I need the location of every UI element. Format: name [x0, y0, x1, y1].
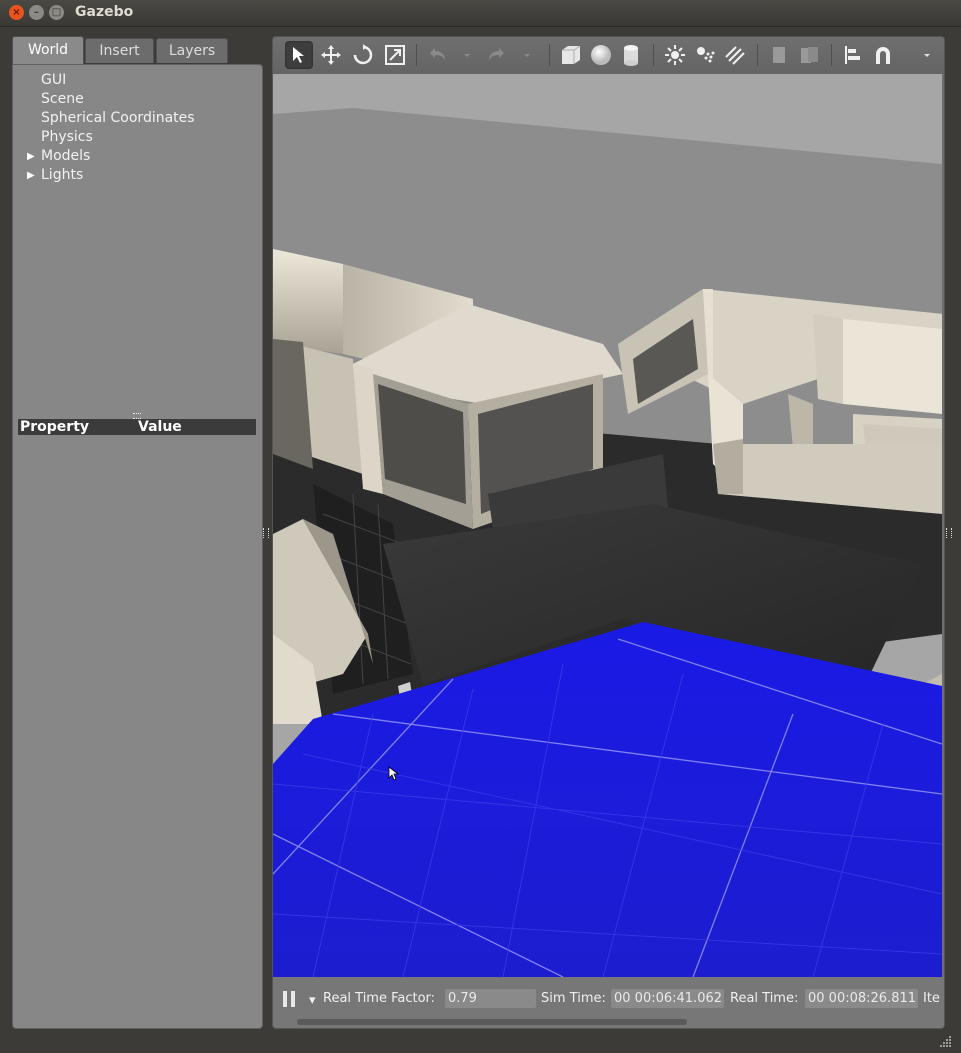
redo-history-dropdown-icon[interactable]	[513, 41, 541, 69]
redo-icon[interactable]	[483, 41, 511, 69]
left-panel: Insert Layers World GUI Scene Spherical …	[12, 36, 263, 1029]
left-panel-tabs: Insert Layers World	[12, 36, 261, 65]
spot-light-icon[interactable]	[691, 41, 719, 69]
tree-item-scene[interactable]: Scene	[13, 90, 253, 109]
sphere-shape-icon[interactable]	[587, 41, 615, 69]
tree-item-gui[interactable]: GUI	[13, 71, 253, 90]
real-time-factor-value: 0.79	[445, 989, 536, 1008]
tree-item-spherical-coordinates[interactable]: Spherical Coordinates	[13, 109, 253, 128]
sim-time-value: 00 00:06:41.062	[611, 989, 724, 1008]
status-bar: ▾ Real Time Factor: 0.79 Sim Time: 00 00…	[273, 977, 944, 1028]
tree-item-models[interactable]: ▶ Models	[13, 147, 253, 166]
toolbar-separator	[831, 44, 832, 66]
box-shape-icon[interactable]	[557, 41, 585, 69]
more-tools-icon[interactable]	[913, 41, 941, 69]
cylinder-shape-icon[interactable]	[617, 41, 645, 69]
step-dropdown-icon[interactable]: ▾	[309, 993, 316, 1008]
expand-arrow-icon[interactable]: ▶	[27, 147, 35, 166]
undo-icon[interactable]	[423, 41, 451, 69]
pause-button[interactable]	[283, 991, 297, 1007]
real-time-value: 00 00:08:26.811	[805, 989, 918, 1008]
sim-time-label: Sim Time:	[541, 991, 606, 1006]
undo-history-dropdown-icon[interactable]	[453, 41, 481, 69]
window-maximize-button[interactable]: □	[49, 5, 64, 20]
tab-layers[interactable]: Layers	[156, 38, 228, 63]
align-icon[interactable]	[839, 41, 867, 69]
tab-insert[interactable]: Insert	[85, 38, 154, 63]
directional-light-icon[interactable]	[721, 41, 749, 69]
tree-item-label: GUI	[41, 72, 67, 88]
scene-render	[273, 74, 942, 977]
left-splitter-handle[interactable]	[263, 528, 269, 538]
iterations-label: Ite	[923, 991, 940, 1006]
toolbar-separator	[416, 44, 417, 66]
property-column-header: Property	[20, 419, 90, 435]
tree-item-label: Spherical Coordinates	[41, 110, 195, 126]
real-time-label: Real Time:	[730, 991, 799, 1006]
select-mode-icon[interactable]	[285, 41, 313, 69]
tree-item-label: Models	[41, 148, 91, 164]
render-toolbar	[273, 37, 944, 74]
tree-item-label: Physics	[41, 129, 93, 145]
point-light-icon[interactable]	[661, 41, 689, 69]
tree-item-physics[interactable]: Physics	[13, 128, 253, 147]
tab-world[interactable]: World	[12, 36, 84, 65]
render-panel: ▾ Real Time Factor: 0.79 Sim Time: 00 00…	[272, 36, 945, 1029]
rotate-mode-icon[interactable]	[349, 41, 377, 69]
paste-icon[interactable]	[795, 41, 823, 69]
translate-mode-icon[interactable]	[317, 41, 345, 69]
scene-viewport[interactable]	[273, 74, 942, 977]
window-minimize-button[interactable]: –	[29, 5, 44, 20]
toolbar-separator	[757, 44, 758, 66]
world-tree: GUI Scene Spherical Coordinates Physics …	[13, 71, 253, 185]
right-splitter-handle[interactable]	[946, 528, 952, 538]
value-column-header: Value	[138, 419, 182, 435]
scale-mode-icon[interactable]	[381, 41, 409, 69]
window-title: Gazebo	[75, 4, 134, 20]
real-time-factor-label: Real Time Factor:	[323, 991, 436, 1006]
expand-arrow-icon[interactable]: ▶	[27, 166, 35, 185]
tree-item-label: Lights	[41, 167, 84, 183]
toolbar-separator	[653, 44, 654, 66]
status-horizontal-scrollbar[interactable]	[297, 1019, 687, 1025]
snap-icon[interactable]	[869, 41, 897, 69]
toolbar-separator	[549, 44, 550, 66]
window-close-button[interactable]: ×	[9, 5, 24, 20]
tree-item-label: Scene	[41, 91, 84, 107]
window-resize-grip[interactable]	[937, 1035, 953, 1049]
copy-icon[interactable]	[765, 41, 793, 69]
tree-item-lights[interactable]: ▶ Lights	[13, 166, 253, 185]
window-titlebar: × – □ Gazebo	[0, 0, 961, 27]
property-table-header: Property Value	[18, 419, 256, 435]
world-panel-body: GUI Scene Spherical Coordinates Physics …	[12, 64, 263, 1029]
